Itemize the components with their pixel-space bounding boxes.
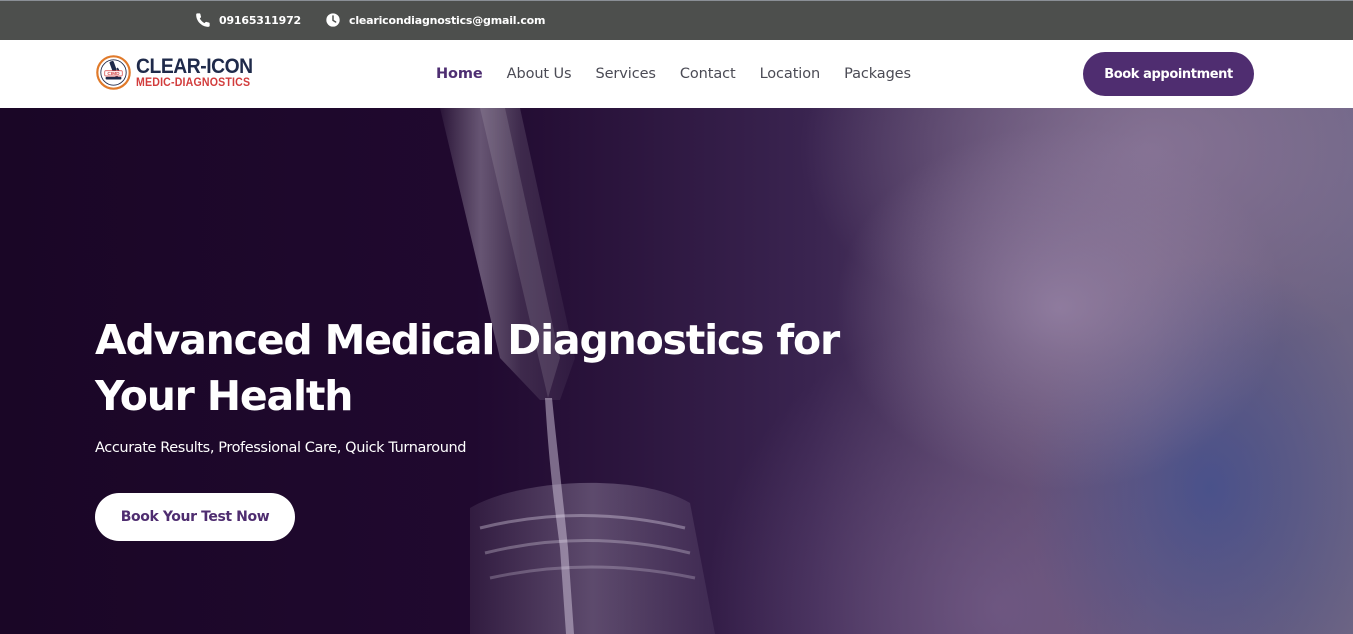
phone-icon bbox=[196, 13, 210, 27]
logo-wordmark: CLEAR-ICON MEDIC-DIAGNOSTICS bbox=[136, 56, 263, 90]
nav-about-us[interactable]: About Us bbox=[507, 66, 572, 82]
topbar-phone-text: 09165311972 bbox=[219, 13, 301, 27]
svg-text:CIMD: CIMD bbox=[107, 71, 120, 77]
topbar-email[interactable]: clearicondiagnostics@gmail.com bbox=[325, 1, 545, 39]
topbar-email-text: clearicondiagnostics@gmail.com bbox=[349, 13, 546, 27]
site-header: CIMD CLEAR-ICON MEDIC-DIAGNOSTICS Home A… bbox=[0, 40, 1353, 108]
hero-title: Advanced Medical Diagnostics for Your He… bbox=[95, 316, 840, 420]
nav-location[interactable]: Location bbox=[760, 66, 821, 82]
nav-contact[interactable]: Contact bbox=[680, 66, 736, 82]
nav-packages[interactable]: Packages bbox=[844, 66, 911, 82]
microscope-logo-icon: CIMD bbox=[96, 55, 131, 90]
logo-subtitle: MEDIC-DIAGNOSTICS bbox=[136, 76, 251, 89]
hero-section: Advanced Medical Diagnostics for Your He… bbox=[0, 108, 1353, 634]
book-test-button[interactable]: Book Your Test Now bbox=[95, 493, 295, 541]
main-nav: Home About Us Services Contact Location … bbox=[436, 40, 911, 108]
topbar-phone[interactable]: 09165311972 bbox=[195, 1, 301, 39]
nav-home[interactable]: Home bbox=[436, 66, 483, 82]
logo-title: CLEAR-ICON bbox=[136, 54, 253, 78]
hero-subtitle: Accurate Results, Professional Care, Qui… bbox=[95, 440, 467, 456]
book-appointment-button[interactable]: Book appointment bbox=[1083, 52, 1254, 96]
site-logo[interactable]: CIMD CLEAR-ICON MEDIC-DIAGNOSTICS bbox=[96, 55, 263, 90]
nav-services[interactable]: Services bbox=[596, 66, 656, 82]
clock-icon bbox=[326, 13, 340, 27]
top-contact-bar: 09165311972 clearicondiagnostics@gmail.c… bbox=[0, 0, 1353, 40]
